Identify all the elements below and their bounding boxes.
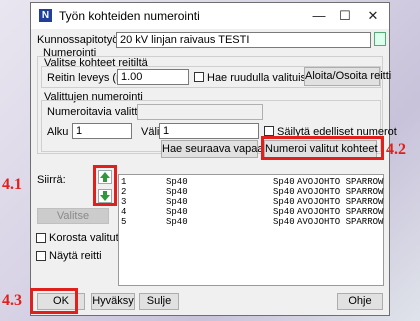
highlight-box-4-1 [93,165,117,206]
list-item[interactable]: 3 Sp40 Sp40 AVOJOHTO SPARROW [121,197,383,207]
annotation-4-3: 4.3 [2,292,22,309]
highlight-label: Korosta valitut [49,232,119,244]
maximize-button[interactable]: ☐ [333,6,357,26]
accept-button[interactable]: Hyväksy [91,293,135,310]
move-label: Siirrä: [37,174,66,186]
annotation-4-2: 4.2 [386,141,406,158]
list-item[interactable]: 5 Sp40 Sp40 AVOJOHTO SPARROW [121,217,383,227]
list-item[interactable]: 1 Sp40 Sp40 AVOJOHTO SPARROW [121,177,383,187]
maintenance-field[interactable]: 20 kV linjan raivaus TESTI [116,32,371,48]
help-button[interactable]: Ohje [337,293,383,310]
close-window-button[interactable]: ✕ [361,6,385,26]
next-free-button[interactable]: Hae seuraava vapaa väli [161,140,283,158]
list-item[interactable]: 2 Sp40 Sp40 AVOJOHTO SPARROW [121,187,383,197]
select-button[interactable]: Valitse [37,208,109,224]
grid-search-label: Hae ruudulla valituista [207,72,316,84]
annotation-4-1: 4.1 [2,176,22,193]
map-icon[interactable] [374,32,386,46]
route-width-input[interactable]: 1.00 [117,69,189,85]
object-list[interactable]: 1 Sp40 Sp40 AVOJOHTO SPARROW 2 Sp40 Sp40 AVOJO… [118,174,384,286]
start-route-button[interactable]: Aloita/Osoita reitti [304,67,391,86]
numerable-label: Numeroitavia valittu [47,106,144,118]
highlight-checkbox[interactable] [36,233,46,243]
start-input[interactable]: 1 [72,123,132,139]
maintenance-label: Kunnossapitotyö [37,34,119,46]
list-item[interactable]: 4 Sp40 Sp40 AVOJOHTO SPARROW [121,207,383,217]
start-label: Alku [47,126,69,138]
keep-previous-checkbox[interactable] [264,126,274,136]
grid-search-checkbox[interactable] [194,72,204,82]
interval-label: Väli [141,126,160,138]
minimize-button[interactable]: — [307,6,331,26]
show-route-checkbox[interactable] [36,251,46,261]
interval-input[interactable]: 1 [159,123,259,139]
close-button[interactable]: Sulje [139,293,179,310]
highlight-box-4-2 [261,136,384,160]
window-title: Työn kohteiden numerointi [59,9,200,23]
title-bar: N Työn kohteiden numerointi — ☐ ✕ [31,3,389,29]
numerable-count-field [137,104,263,120]
highlight-box-4-3 [30,288,78,314]
show-route-label: Näytä reitti [49,250,102,262]
app-icon: N [39,9,52,22]
